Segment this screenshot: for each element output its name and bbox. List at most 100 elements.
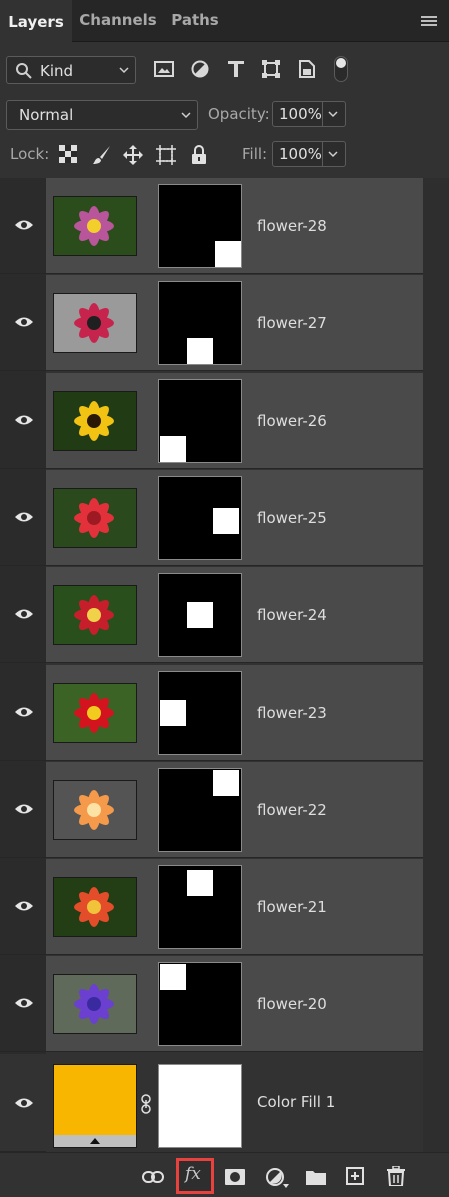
layer-name[interactable]: flower-28	[257, 217, 327, 235]
layer-row-flower-20[interactable]: flower-20	[0, 956, 423, 1052]
layer-row-flower-26[interactable]: flower-26	[0, 373, 423, 469]
layer-thumbnail[interactable]	[53, 877, 137, 937]
eye-icon[interactable]	[14, 316, 34, 328]
layer-name[interactable]: flower-21	[257, 898, 327, 916]
layer-name[interactable]: Color Fill 1	[257, 1093, 335, 1111]
lock-all-icon[interactable]	[191, 145, 207, 165]
layers-list: flower-28 flower-27 flower-26 flower-25 flow…	[0, 178, 449, 1152]
flower-image	[54, 586, 136, 644]
fill-field[interactable]: 100%	[272, 141, 346, 167]
eye-icon[interactable]	[14, 900, 34, 912]
lock-transparent-icon[interactable]	[59, 145, 77, 163]
layer-thumbnail[interactable]	[53, 391, 137, 451]
opacity-field[interactable]: 100%	[272, 101, 346, 127]
lock-image-icon[interactable]	[92, 145, 112, 165]
eye-icon[interactable]	[14, 997, 34, 1009]
eye-icon[interactable]	[14, 803, 34, 815]
layer-name[interactable]: flower-24	[257, 606, 327, 624]
layer-thumbnail[interactable]	[53, 196, 137, 256]
layer-name[interactable]: flower-27	[257, 314, 327, 332]
flower-image	[54, 489, 136, 547]
chevron-down-icon	[328, 111, 338, 118]
mask-white-region	[160, 436, 186, 462]
layer-mask-thumbnail[interactable]	[158, 184, 242, 268]
opacity-dropdown[interactable]	[322, 102, 345, 126]
lock-position-icon[interactable]	[123, 145, 143, 165]
opacity-label: Opacity:	[208, 105, 270, 123]
chevron-down-icon	[119, 67, 129, 74]
layer-name[interactable]: flower-26	[257, 412, 327, 430]
layer-mask-thumbnail[interactable]	[158, 379, 242, 463]
layer-thumbnail[interactable]	[53, 780, 137, 840]
layer-row-color-fill-1[interactable]: Color Fill 1	[0, 1054, 423, 1152]
layer-mask-thumbnail[interactable]	[158, 573, 242, 657]
adjustment-layer-icon[interactable]	[266, 1168, 290, 1188]
layer-mask-thumbnail[interactable]	[158, 962, 242, 1046]
kind-filter-select[interactable]: Kind	[6, 56, 136, 84]
hamburger-icon[interactable]	[421, 16, 437, 28]
layer-thumbnail[interactable]	[53, 974, 137, 1034]
layer-thumbnail[interactable]	[53, 585, 137, 645]
new-layer-icon[interactable]	[346, 1167, 364, 1185]
layer-mask-thumbnail[interactable]	[158, 768, 242, 852]
flower-image	[54, 294, 136, 352]
layer-row-flower-25[interactable]: flower-25	[0, 470, 423, 566]
eye-icon[interactable]	[14, 1097, 34, 1109]
mask-white-region	[187, 338, 213, 364]
eye-icon[interactable]	[14, 414, 34, 426]
eye-icon[interactable]	[14, 706, 34, 718]
flower-image	[54, 975, 136, 1033]
layer-mask-thumbnail[interactable]	[158, 281, 242, 365]
layer-mask-thumbnail[interactable]	[158, 865, 242, 949]
layer-name[interactable]: flower-22	[257, 801, 327, 819]
eye-icon[interactable]	[14, 608, 34, 620]
layer-row-flower-28[interactable]: flower-28	[0, 178, 423, 274]
mask-white-region	[187, 870, 213, 896]
tab-layers[interactable]: Layers	[0, 0, 72, 44]
opacity-value: 100%	[279, 105, 322, 123]
filter-row: Kind	[0, 50, 449, 94]
link-layers-icon[interactable]	[142, 1171, 164, 1183]
layer-mask-thumbnail[interactable]	[158, 671, 242, 755]
blend-row: Normal Opacity: 100%	[0, 98, 449, 132]
eye-icon[interactable]	[14, 511, 34, 523]
fill-dropdown[interactable]	[322, 142, 345, 166]
layer-name[interactable]: flower-25	[257, 509, 327, 527]
fx-button[interactable]: fx	[176, 1158, 214, 1194]
mask-white-region	[187, 602, 213, 628]
adjustment-filter-icon[interactable]	[191, 60, 209, 78]
add-mask-icon[interactable]	[225, 1169, 245, 1185]
lock-artboard-icon[interactable]	[156, 145, 176, 165]
layer-name[interactable]: flower-23	[257, 704, 327, 722]
layer-row-flower-22[interactable]: flower-22	[0, 762, 423, 858]
flower-image	[54, 392, 136, 450]
new-group-icon[interactable]	[306, 1169, 326, 1185]
delete-icon[interactable]	[387, 1166, 405, 1186]
chain-link-icon[interactable]	[141, 1094, 151, 1114]
flower-image	[54, 878, 136, 936]
filter-toggle[interactable]	[334, 56, 348, 82]
blend-mode-select[interactable]: Normal	[6, 100, 198, 130]
tab-bar: Layers Channels Paths	[0, 0, 449, 44]
scrollbar-track[interactable]	[423, 178, 449, 1152]
layer-mask-thumbnail[interactable]	[158, 1064, 242, 1148]
type-filter-icon[interactable]	[227, 60, 245, 78]
tab-channels[interactable]: Channels	[76, 0, 160, 42]
mask-white-region	[215, 241, 241, 267]
mask-white-region	[213, 770, 239, 796]
layer-thumbnail[interactable]	[53, 488, 137, 548]
layer-row-flower-23[interactable]: flower-23	[0, 665, 423, 761]
layer-row-flower-21[interactable]: flower-21	[0, 859, 423, 955]
shape-filter-icon[interactable]	[262, 60, 280, 78]
layer-thumbnail[interactable]	[53, 293, 137, 353]
smart-object-filter-icon[interactable]	[299, 60, 315, 78]
eye-icon[interactable]	[14, 219, 34, 231]
layer-mask-thumbnail[interactable]	[158, 476, 242, 560]
layer-name[interactable]: flower-20	[257, 995, 327, 1013]
layer-thumbnail[interactable]	[53, 683, 137, 743]
layer-row-flower-27[interactable]: flower-27	[0, 275, 423, 371]
tab-paths[interactable]: Paths	[166, 0, 224, 42]
layer-row-flower-24[interactable]: flower-24	[0, 567, 423, 663]
image-filter-icon[interactable]	[154, 60, 174, 78]
color-fill-thumbnail[interactable]	[53, 1064, 137, 1148]
